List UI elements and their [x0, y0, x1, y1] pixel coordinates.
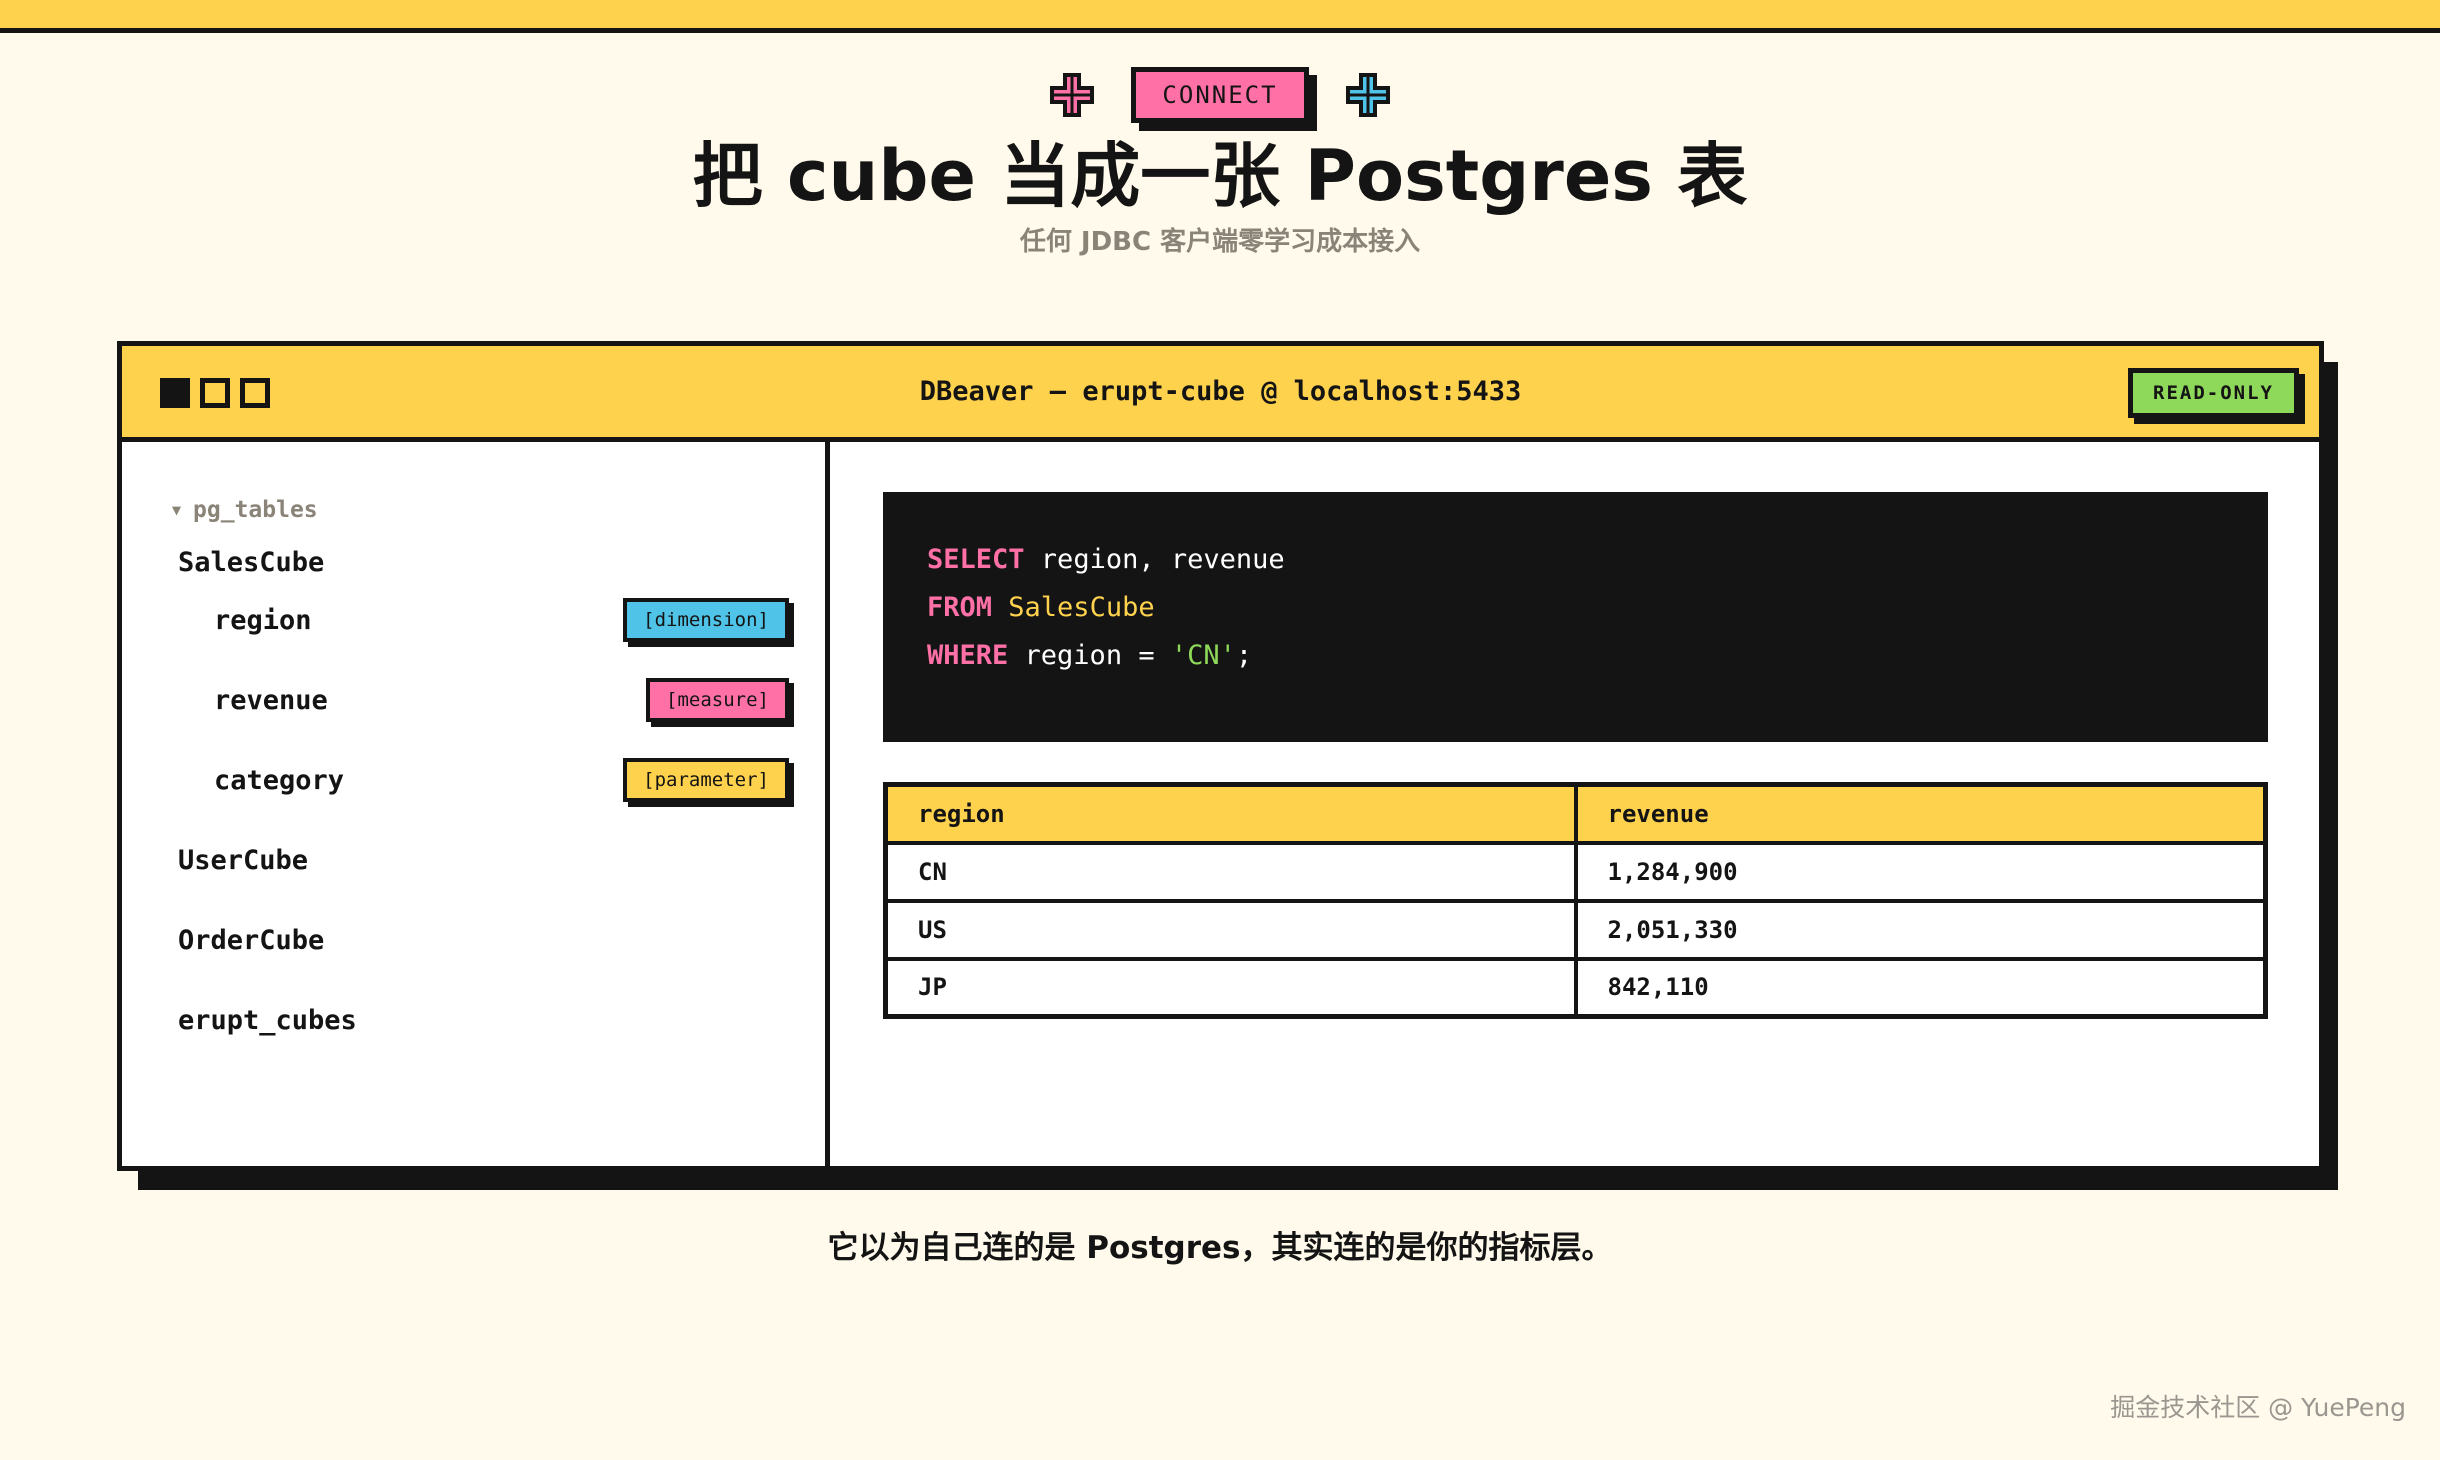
window-titlebar: DBeaver — erupt-cube @ localhost:5433 RE… [122, 346, 2319, 442]
header-badge-row: CONNECT [0, 62, 2440, 128]
tree-item-ordercube[interactable]: OrderCube [178, 918, 324, 962]
cell-region: JP [883, 956, 1578, 1019]
column-header-region[interactable]: region [883, 782, 1578, 845]
window-title: DBeaver — erupt-cube @ localhost:5433 [919, 376, 1522, 407]
sql-identifier: SalesCube [992, 592, 1155, 623]
column-header-revenue[interactable]: revenue [1573, 782, 2268, 845]
cell-region: CN [883, 840, 1578, 903]
sql-line-from: FROM SalesCube [927, 584, 2224, 632]
tree-item-usercube[interactable]: UserCube [178, 838, 308, 882]
tree-field-category[interactable]: category [parameter] [214, 756, 789, 804]
parameter-tag: [parameter] [623, 758, 789, 802]
sql-line-select: SELECT region, revenue [927, 536, 2224, 584]
watermark: 掘金技术社区 @ YuePeng [2110, 1393, 2406, 1422]
pink-plus-icon [1050, 73, 1095, 117]
top-stripe [0, 0, 2440, 33]
tree-field-region[interactable]: region [dimension] [214, 596, 789, 644]
sql-text: region = [1008, 640, 1171, 671]
cell-revenue: 842,110 [1573, 956, 2268, 1019]
tree-group-pg-tables[interactable]: ▼ pg_tables [172, 490, 318, 530]
dbeaver-window: DBeaver — erupt-cube @ localhost:5433 RE… [117, 341, 2324, 1171]
cyan-plus-icon [1345, 73, 1390, 117]
table-row[interactable]: JP 842,110 [883, 956, 2268, 1019]
query-content: SELECT region, revenue FROM SalesCube WH… [830, 442, 2319, 1166]
tree-group-label: pg_tables [193, 497, 318, 523]
sql-text: region, revenue [1024, 544, 1285, 575]
field-name: region [214, 604, 312, 636]
cell-revenue: 1,284,900 [1573, 840, 2268, 903]
sql-keyword: WHERE [927, 640, 1009, 671]
tree-item-erupt-cubes[interactable]: erupt_cubes [178, 998, 357, 1042]
table-row[interactable]: US 2,051,330 [883, 898, 2268, 961]
cell-region: US [883, 898, 1578, 961]
measure-tag: [measure] [646, 678, 789, 722]
sql-text: ; [1235, 640, 1253, 671]
sql-keyword: SELECT [927, 544, 1025, 575]
connect-badge: CONNECT [1131, 67, 1309, 123]
read-only-badge: READ-ONLY [2128, 368, 2299, 418]
sql-line-where: WHERE region = 'CN'; [927, 632, 2224, 680]
table-row[interactable]: CN 1,284,900 [883, 840, 2268, 903]
dimension-tag: [dimension] [623, 598, 789, 642]
sql-keyword: FROM [927, 592, 993, 623]
tree-item-salescube[interactable]: SalesCube [178, 540, 324, 584]
caption: 它以为自己连的是 Postgres，其实连的是你的指标层。 [827, 1230, 1613, 1266]
sql-string: 'CN' [1170, 640, 1236, 671]
schema-sidebar: ▼ pg_tables SalesCube region [dimension]… [122, 442, 830, 1166]
page-title: 把 cube 当成一张 Postgres 表 [692, 135, 1748, 217]
result-table: region revenue CN 1,284,900 US 2,051,330… [883, 782, 2268, 1019]
tree-field-revenue[interactable]: revenue [measure] [214, 676, 789, 724]
field-name: revenue [214, 684, 328, 716]
table-header-row: region revenue [883, 782, 2268, 845]
cell-revenue: 2,051,330 [1573, 898, 2268, 961]
field-name: category [214, 764, 345, 796]
sql-editor[interactable]: SELECT region, revenue FROM SalesCube WH… [883, 492, 2268, 742]
caret-down-icon[interactable]: ▼ [172, 501, 181, 519]
page-subtitle: 任何 JDBC 客户端零学习成本接入 [1019, 227, 1421, 257]
